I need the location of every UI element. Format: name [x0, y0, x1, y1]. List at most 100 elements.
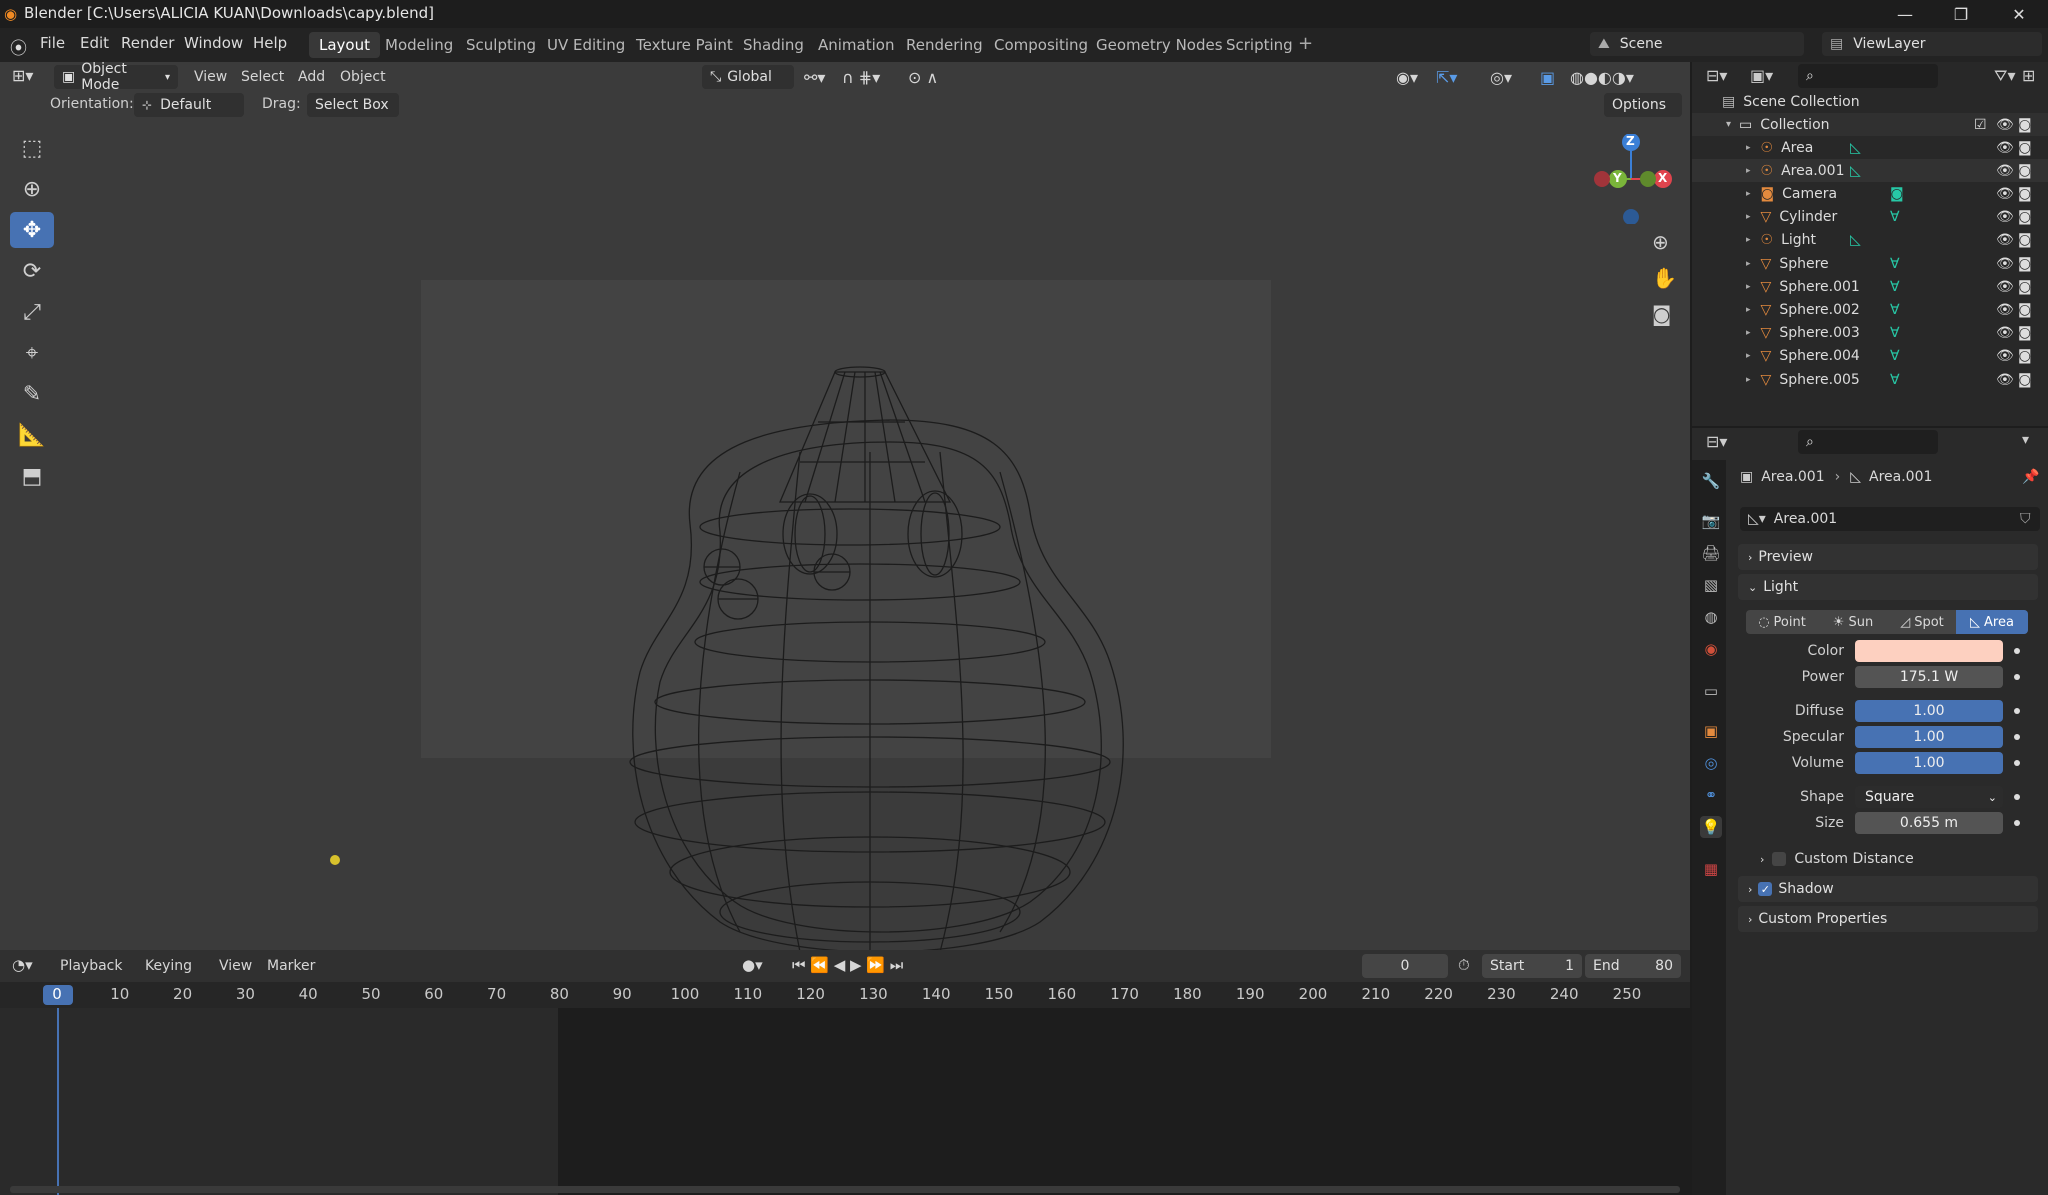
camera-icon[interactable]: ◙ [2018, 302, 2032, 318]
orientation-dropdown[interactable]: ⊹ Default [134, 93, 244, 117]
add-cube-tool[interactable]: ⬒ [10, 458, 54, 494]
tab-uv-editing[interactable]: UV Editing [537, 32, 635, 58]
viewport-menu-add[interactable]: Add [298, 69, 325, 85]
timeline-editor-type-icon[interactable]: ◔▾ [12, 956, 33, 974]
keyframe-dot[interactable] [2014, 794, 2020, 800]
object-data-icon[interactable]: ∀ [1890, 256, 1900, 272]
timeline-menu-marker[interactable]: Marker [267, 958, 315, 974]
scene-tab-icon[interactable]: ◍ [1700, 606, 1722, 628]
shadow-checkbox[interactable]: ✓ [1758, 882, 1773, 896]
object-data-icon[interactable]: ∀ [1890, 372, 1900, 388]
object-data-icon[interactable]: ∀ [1890, 325, 1900, 341]
object-data-icon[interactable]: ◺ [1850, 163, 1861, 179]
object-data-icon[interactable]: ◺ [1850, 232, 1861, 248]
constraints-tab-icon[interactable]: ⚭ [1700, 784, 1722, 806]
scene-selector[interactable]: ⛰ Scene [1590, 32, 1804, 56]
eye-icon[interactable]: 👁 [1996, 256, 2014, 272]
tab-geometry-nodes[interactable]: Geometry Nodes [1086, 32, 1233, 58]
camera-icon[interactable]: ◙ [2018, 140, 2032, 156]
playhead-line[interactable] [57, 990, 59, 1195]
tab-scripting[interactable]: Scripting [1216, 32, 1303, 58]
menu-render[interactable]: Render [121, 34, 174, 52]
object-tab-icon[interactable]: ▣ [1700, 720, 1722, 742]
checkbox-icon[interactable]: ☑ [1974, 117, 1987, 133]
object-data-icon[interactable]: ∀ [1890, 279, 1900, 295]
rotate-tool[interactable]: ⟳ [10, 253, 54, 289]
collection-row[interactable]: ▾ ▭ Collection ☑ 👁 ◙ [1692, 113, 2048, 136]
preview-range-icon[interactable]: ⏱ [1458, 956, 1470, 974]
move-tool[interactable]: ✥ [10, 212, 54, 248]
pan-hand-icon[interactable]: ✋ [1652, 266, 1677, 290]
options-dropdown[interactable]: Options [1604, 93, 1682, 117]
camera-icon[interactable]: ◙ [2018, 163, 2032, 179]
object-data-icon[interactable]: ∀ [1890, 302, 1900, 318]
outliner-search-input[interactable]: ⌕ [1798, 64, 1938, 88]
eye-icon[interactable]: 👁 [1996, 232, 2014, 248]
render-tab-icon[interactable]: 📷 [1700, 510, 1722, 532]
outliner-item[interactable]: ▸ ▽ Sphere.004 ∀ 👁 ◙ [1692, 345, 2048, 368]
3d-viewport[interactable]: Z Y X ⊕ ✋ ◙ [0, 62, 1690, 953]
keyframe-dot[interactable] [2014, 760, 2020, 766]
outliner-editor-icon[interactable]: ⊟▾ [1706, 66, 1727, 85]
pin-icon[interactable]: 📌 [2022, 469, 2039, 485]
blender-menu-icon[interactable]: ⦿ [10, 34, 27, 59]
keyframe-dot[interactable] [2014, 734, 2020, 740]
view-layer-selector[interactable]: ▤ ViewLayer [1822, 32, 2042, 56]
chevron-down-icon[interactable]: ▾ [2022, 432, 2029, 448]
keyframe-dot[interactable] [2014, 648, 2020, 654]
display-mode-icon[interactable]: ▣▾ [1750, 66, 1773, 85]
object-data-icon[interactable]: ∀ [1890, 209, 1900, 225]
eye-icon[interactable]: 👁 [1996, 372, 2014, 388]
camera-icon[interactable]: ◙ [2018, 348, 2032, 364]
menu-help[interactable]: Help [253, 34, 287, 52]
collection-tab-icon[interactable]: ▭ [1700, 680, 1722, 702]
playback-controls[interactable]: ⏮ ⏪ ◀ ▶ ⏩ ⏭ [792, 956, 903, 974]
outliner-item[interactable]: ▸ ☉ Light ◺ 👁 ◙ [1692, 229, 2048, 252]
gizmo-toggle-icon[interactable]: ⇱▾ [1436, 68, 1457, 87]
power-field[interactable]: 175.1 W [1855, 666, 2003, 688]
editor-type-icon[interactable]: ⊞▾ [12, 66, 33, 85]
overlay-icon[interactable]: ◎▾ [1490, 68, 1512, 87]
preview-panel-header[interactable]: › Preview [1738, 544, 2038, 570]
light-type-spot[interactable]: ◿ Spot [1888, 610, 1956, 634]
close-button[interactable]: ✕ [1994, 0, 2044, 28]
object-data-icon[interactable]: ◙ [1890, 186, 1904, 202]
tool-tab-icon[interactable]: 🔧 [1700, 470, 1722, 492]
view-layer-tab-icon[interactable]: ▧ [1700, 574, 1722, 596]
camera-icon[interactable]: ◙ [2018, 256, 2032, 272]
light-data-tab-icon[interactable]: 💡 [1700, 816, 1722, 838]
viewport-menu-object[interactable]: Object [340, 69, 386, 85]
cursor-tool[interactable]: ⊕ [10, 171, 54, 207]
light-type-point[interactable]: ◌ Point [1746, 610, 1818, 634]
measure-tool[interactable]: 📐 [10, 417, 54, 453]
navigation-gizmo[interactable]: Z Y X [1586, 133, 1676, 225]
outliner-item[interactable]: ▸ ▽ Sphere.005 ∀ 👁 ◙ [1692, 368, 2048, 391]
viewport-menu-select[interactable]: Select [241, 69, 284, 85]
camera-icon[interactable]: ◙ [2018, 325, 2032, 341]
object-mode-dropdown[interactable]: ▣ Object Mode ▾ [54, 61, 178, 93]
specular-field[interactable]: 1.00 [1855, 726, 2003, 748]
eye-icon[interactable]: 👁 [1996, 302, 2014, 318]
custom-distance-subpanel[interactable]: › Custom Distance [1760, 848, 2030, 870]
auto-keying-icon[interactable]: ●▾ [742, 956, 763, 974]
properties-editor-icon[interactable]: ⊟▾ [1706, 432, 1727, 451]
timeline-menu-view[interactable]: View [219, 958, 252, 974]
timeline-scrollbar[interactable] [10, 1186, 1680, 1193]
keyframe-dot[interactable] [2014, 674, 2020, 680]
new-collection-icon[interactable]: ⊞ [2022, 66, 2035, 85]
eye-icon[interactable]: 👁 [1996, 348, 2014, 364]
camera-icon[interactable]: ◙ [2018, 117, 2032, 133]
outliner-item[interactable]: ▸ ▽ Sphere ∀ 👁 ◙ [1692, 252, 2048, 275]
current-frame-field[interactable]: 0 [1362, 954, 1448, 978]
world-tab-icon[interactable]: ◉ [1700, 638, 1722, 660]
select-box-tool[interactable]: ⬚ [10, 130, 54, 166]
fake-user-icon[interactable]: ⛉ [2020, 511, 2031, 527]
camera-view-icon[interactable]: ◙ [1652, 302, 1671, 326]
scene-collection-row[interactable]: ▤ Scene Collection [1692, 90, 2048, 113]
camera-icon[interactable]: ◙ [2018, 232, 2032, 248]
camera-icon[interactable]: ◙ [2018, 186, 2032, 202]
eye-icon[interactable]: 👁 [1996, 140, 2014, 156]
filter-icon[interactable]: ⛛▾ [1994, 66, 2015, 86]
minimize-button[interactable]: — [1880, 0, 1930, 28]
scale-tool[interactable]: ⤢ [10, 294, 54, 330]
